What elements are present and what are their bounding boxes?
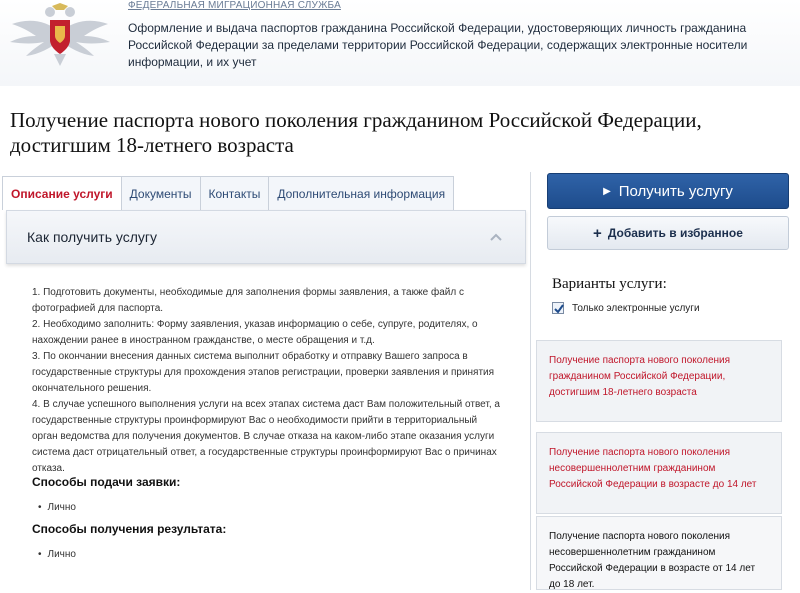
variants-heading: Варианты услуги:: [552, 276, 667, 292]
variant-link-14-to-18[interactable]: Получение паспорта нового поколения несо…: [549, 531, 755, 590]
tab-bar: Описание услуги Документы Контакты Допол…: [2, 176, 455, 210]
result-method-item: Лично: [38, 549, 76, 560]
chevron-up-icon[interactable]: [489, 230, 503, 244]
variant-card-under-14[interactable]: Получение паспорта нового поколения несо…: [536, 432, 782, 514]
add-to-favorites-button[interactable]: + Добавить в избранное: [547, 216, 789, 250]
accordion-header[interactable]: Как получить услугу: [6, 210, 526, 264]
step-1: 1. Подготовить документы, необходимые дл…: [32, 287, 464, 314]
play-triangle-icon: ▶: [603, 185, 611, 197]
get-service-button[interactable]: ▶ Получить услугу: [547, 173, 789, 209]
electronic-only-filter[interactable]: Только электронные услуги: [552, 302, 700, 314]
plus-icon: +: [593, 224, 602, 242]
result-methods-heading: Способы получения результата:: [32, 522, 227, 536]
electronic-only-checkbox[interactable]: [552, 302, 564, 314]
service-details-panel: Описание услуги Документы Контакты Допол…: [0, 172, 531, 590]
add-to-favorites-label: Добавить в избранное: [607, 226, 743, 240]
emblem-icon: [6, 2, 114, 68]
tab-additional-info[interactable]: Дополнительная информация: [268, 176, 455, 210]
site-header: ФЕДЕРАЛЬНАЯ МИГРАЦИОННАЯ СЛУЖБА Оформлен…: [0, 0, 800, 86]
tab-description[interactable]: Описание услуги: [2, 176, 122, 210]
electronic-only-label: Только электронные услуги: [572, 302, 700, 314]
tab-documents[interactable]: Документы: [120, 176, 201, 210]
tab-contacts[interactable]: Контакты: [199, 176, 270, 210]
variant-card-adult[interactable]: Получение паспорта нового поколения граж…: [536, 340, 782, 422]
submission-methods-heading: Способы подачи заявки:: [32, 475, 181, 489]
checkmark-icon: [554, 304, 564, 314]
step-2: 2. Необходимо заполнить: Форму заявления…: [32, 319, 478, 346]
service-category-description: Оформление и выдача паспортов гражданина…: [128, 21, 748, 69]
agency-name-link[interactable]: ФЕДЕРАЛЬНАЯ МИГРАЦИОННАЯ СЛУЖБА: [128, 0, 341, 11]
step-4: 4. В случае успешного выполнения услуги …: [32, 399, 500, 474]
variant-link-adult[interactable]: Получение паспорта нового поколения граж…: [549, 355, 730, 398]
accordion-title: Как получить услугу: [27, 229, 158, 245]
page-title: Получение паспорта нового поколения граж…: [10, 108, 702, 157]
variant-card-14-to-18[interactable]: Получение паспорта нового поколения несо…: [536, 516, 782, 590]
steps-text: 1. Подготовить документы, необходимые дл…: [32, 285, 502, 477]
step-3: 3. По окончании внесения данных система …: [32, 351, 495, 394]
get-service-label: Получить услугу: [618, 182, 733, 200]
variant-link-under-14[interactable]: Получение паспорта нового поколения несо…: [549, 447, 757, 490]
submission-method-item: Лично: [38, 502, 76, 513]
